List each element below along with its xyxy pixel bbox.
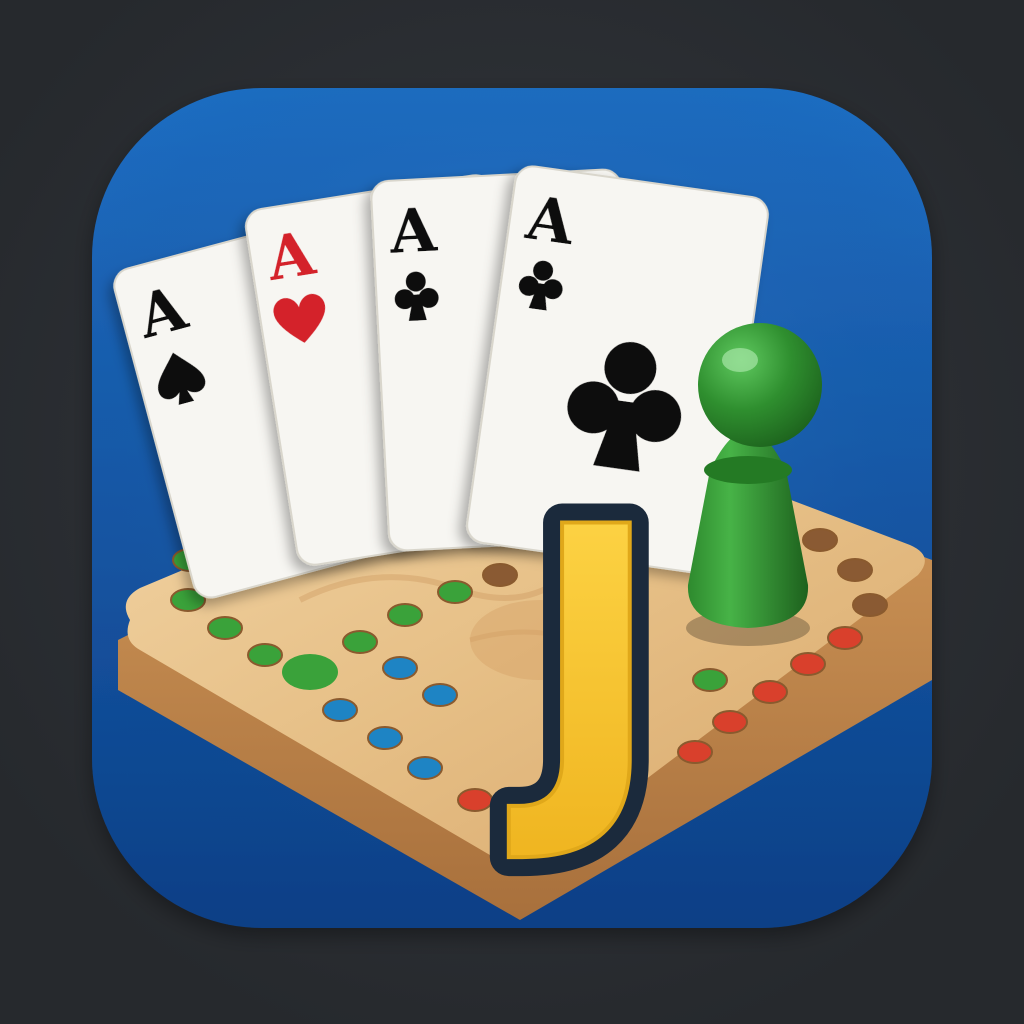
peg-hole xyxy=(367,726,403,750)
peg-hole xyxy=(247,643,283,667)
peg-hole-large xyxy=(282,654,338,690)
peg-hole xyxy=(387,603,423,627)
peg-hole xyxy=(827,626,863,650)
letter-j-logo: J J xyxy=(488,432,682,889)
letter-j: J xyxy=(507,451,663,870)
peg-hole xyxy=(837,558,873,582)
peg-hole xyxy=(437,580,473,604)
peg-hole xyxy=(382,656,418,680)
peg-hole xyxy=(207,616,243,640)
peg-hole xyxy=(712,710,748,734)
peg-hole xyxy=(457,788,493,812)
app-icon-stage: AAAA J J xyxy=(0,0,1024,1024)
peg-hole xyxy=(677,740,713,764)
peg-hole xyxy=(790,652,826,676)
app-icon[interactable]: AA A A J J xyxy=(0,0,1024,1024)
peg-hole xyxy=(422,683,458,707)
peg-hole xyxy=(407,756,443,780)
card-rank: A xyxy=(387,195,440,267)
peg-hole xyxy=(802,528,838,552)
peg-hole xyxy=(852,593,888,617)
peg-hole xyxy=(692,668,728,692)
peg-hole xyxy=(342,630,378,654)
peg-hole xyxy=(752,680,788,704)
peg-hole xyxy=(322,698,358,722)
peg-hole xyxy=(482,563,518,587)
